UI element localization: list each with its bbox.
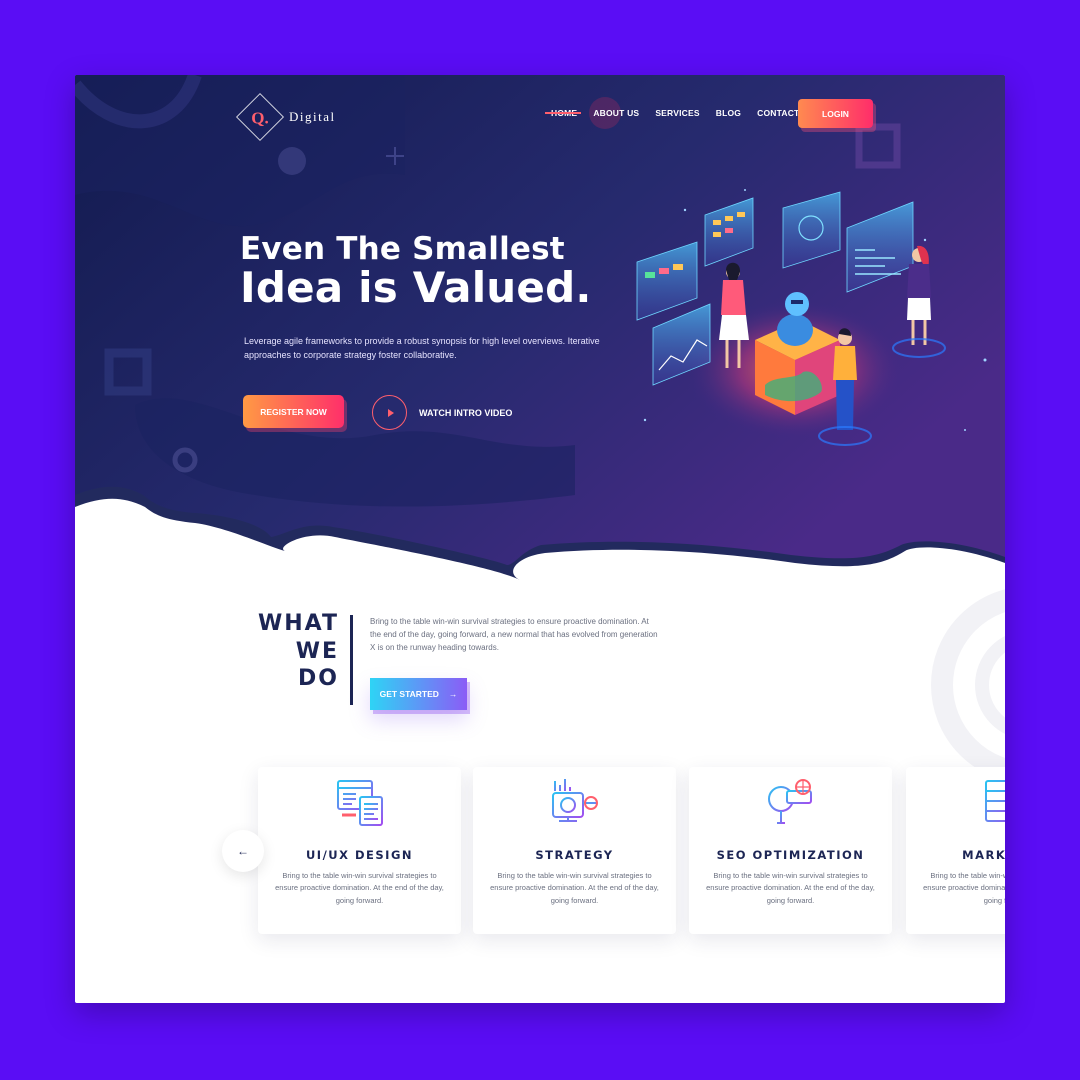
card-title: SEO OPTIMIZATION [716, 848, 865, 862]
service-card-strategy[interactable]: STRATEGY Bring to the table win-win surv… [473, 767, 676, 934]
what-we-do-text: Bring to the table win-win survival stra… [370, 617, 658, 652]
logo-letter: Q. [251, 108, 269, 128]
watch-intro-video-label: WATCH INTRO VIDEO [419, 407, 513, 418]
ui-ux-icon [337, 780, 383, 826]
card-description: Bring to the table win-win survival stra… [706, 871, 875, 905]
play-icon[interactable] [372, 395, 407, 430]
nav-item-blog[interactable]: BLOG [716, 108, 741, 118]
service-card-seo[interactable]: SEO OPTIMIZATION Bring to the table win-… [689, 767, 892, 934]
marketing-icon [985, 780, 1005, 822]
main-nav: HOME ABOUT US SERVICES BLOG CONTACT [544, 108, 799, 118]
card-description: Bring to the table win-win survival stra… [923, 871, 1005, 905]
nav-item-services[interactable]: SERVICES [655, 108, 699, 118]
strategy-icon [552, 779, 598, 822]
hero-description: Leverage agile frameworks to provide a r… [244, 336, 600, 360]
card-title: UI/UX DESIGN [305, 848, 414, 862]
card-title: MARKETING [962, 848, 1005, 862]
card-description: Bring to the table win-win survival stra… [490, 871, 659, 905]
what-we-do-line-1: WHAT [257, 611, 339, 636]
nav-item-about-us[interactable]: ABOUT US [593, 108, 639, 118]
service-card-marketing[interactable]: MARKETING Bring to the table win-win sur… [906, 767, 1005, 934]
brand-logo[interactable]: Q. Digital [235, 92, 336, 142]
hero-section: Q. Digital HOME ABOUT US SERVICES BLOG C… [75, 75, 1005, 595]
page-frame: Q. Digital HOME ABOUT US SERVICES BLOG C… [75, 75, 1005, 1003]
hero-title-line-2: Idea is Valued. [240, 262, 592, 312]
service-card-ui-ux[interactable]: UI/UX DESIGN Bring to the table win-win … [258, 767, 461, 934]
carousel-prev-button[interactable]: ← [222, 830, 264, 872]
card-description: Bring to the table win-win survival stra… [275, 871, 444, 905]
hero-title: Even The Smallest Idea is Valued. [240, 233, 592, 310]
get-started-button[interactable]: GET STARTED → [370, 678, 467, 710]
rings-decoration [931, 589, 1005, 781]
login-button[interactable]: LOGIN [798, 99, 873, 128]
what-we-do-line-2: WE [295, 638, 339, 664]
register-now-button[interactable]: REGISTER NOW [243, 395, 344, 428]
seo-icon [768, 779, 812, 824]
arrow-right-icon: → [448, 689, 458, 699]
watch-intro-video-link[interactable]: WATCH INTRO VIDEO [372, 395, 512, 430]
brand-name: Digital [289, 109, 336, 124]
hero-title-line-1: Even The Smallest [240, 231, 565, 267]
what-we-do-title: WHAT WE DO [235, 610, 339, 693]
arrow-left-icon: ← [237, 844, 249, 858]
what-we-do-divider [350, 615, 353, 705]
nav-item-home[interactable]: HOME [544, 108, 582, 118]
what-we-do-line-3: DO [298, 666, 339, 691]
hero-illustration [636, 189, 987, 446]
get-started-label: GET STARTED [379, 689, 439, 699]
card-title: STRATEGY [535, 848, 614, 862]
nav-item-contact[interactable]: CONTACT [757, 108, 799, 118]
logo-diamond-icon: Q. [235, 92, 285, 142]
